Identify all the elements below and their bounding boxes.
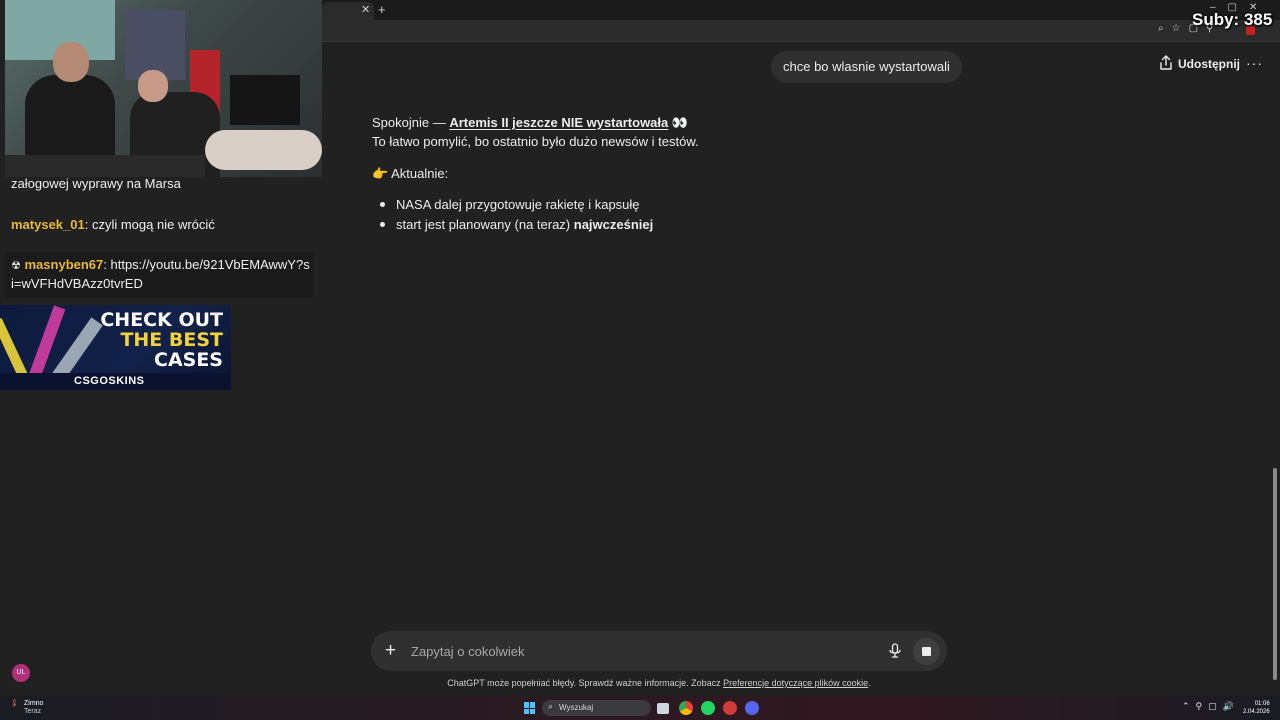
radioactive-icon: ☢ — [11, 260, 21, 272]
chat-username: matysek_01 — [11, 217, 85, 232]
promo-line3: CASES — [154, 349, 223, 371]
avatar[interactable]: UL — [12, 664, 30, 682]
answer-line: To łatwo pomylić, bo ostatnio było dużo … — [372, 134, 699, 149]
taskbar-search[interactable]: Wyszukaj — [542, 700, 651, 716]
face-left — [53, 42, 89, 82]
share-button[interactable]: Udostępnij — [1178, 55, 1240, 73]
pointing-hand-icon: 👉 — [372, 166, 389, 181]
bullet-dot — [380, 222, 385, 227]
answer-section-heading: 👉 Aktualnie: — [372, 166, 449, 181]
speaker-box — [230, 75, 300, 125]
desk — [5, 155, 205, 177]
plus-icon[interactable]: + — [385, 641, 396, 661]
chat-message: ☢ masnyben67: https://youtu.be/921VbEMAw… — [11, 257, 310, 291]
eyes-icon: 👀 — [671, 115, 689, 130]
promo-banner[interactable]: CHECK OUT THE BEST CASES CSGOSKINS — [0, 305, 231, 390]
tab-close-icon[interactable]: ✕ — [361, 3, 370, 16]
new-tab-icon[interactable]: + — [378, 2, 386, 17]
promo-brand: CSGOSKINS — [74, 375, 145, 387]
legs — [205, 130, 322, 170]
answer-intro: Spokojnie — Artemis II jeszcze NIE wysta… — [372, 115, 689, 130]
face-right — [138, 70, 168, 102]
disclaimer: ChatGPT może popełniać błędy. Sprawdź wa… — [447, 678, 871, 688]
thermometer-icon: 🌡 — [10, 700, 19, 707]
search-icon: ⌕ — [548, 701, 554, 711]
promo-line2: THE BEST — [120, 329, 223, 351]
scrollbar-thumb[interactable] — [1273, 468, 1277, 680]
chat-username: masnyben67 — [24, 257, 104, 272]
answer-bold-link[interactable]: Artemis II jeszcze NIE wystartowała — [449, 115, 668, 130]
chrome-icon[interactable] — [679, 701, 693, 715]
webcam-feed — [5, 0, 322, 177]
stop-icon — [922, 647, 931, 656]
subs-counter: Suby: 385 — [1192, 10, 1273, 29]
cookie-preferences-link[interactable]: Preferencje dotyczące plików cookie — [723, 678, 868, 688]
prompt-input[interactable] — [411, 642, 871, 660]
app-icon[interactable] — [723, 701, 737, 715]
chat-message: załogowej wyprawy na Marsa — [11, 175, 311, 192]
discord-icon[interactable] — [745, 701, 759, 715]
list-item: NASA dalej przygotowuje rakietę i kapsuł… — [396, 197, 640, 212]
microphone-icon[interactable] — [888, 643, 902, 659]
chat-text: załogowej wyprawy na Marsa — [11, 176, 181, 191]
chat-text: czyli mogą nie wrócić — [91, 217, 215, 232]
system-tray[interactable]: ⌃⚲▢🔊 — [1182, 701, 1240, 712]
user-message-bubble: chce bo wlasnie wystartowali — [771, 51, 962, 83]
task-view-icon[interactable] — [657, 703, 669, 714]
promo-line1: CHECK OUT — [100, 309, 223, 331]
start-button-icon[interactable] — [524, 702, 536, 714]
spotify-icon[interactable] — [701, 701, 715, 715]
bullet-dot — [380, 202, 385, 207]
more-options-button[interactable]: ··· — [1246, 55, 1263, 71]
chat-message: matysek_01: czyli mogą nie wrócić — [11, 217, 215, 232]
list-item: start jest planowany (na teraz) najwcześ… — [396, 217, 654, 232]
taskbar-clock[interactable]: 01:06 2.04.2026 — [1243, 700, 1270, 716]
upload-share-icon[interactable] — [1159, 55, 1173, 71]
weather-widget[interactable]: 🌡 Zimno Teraz — [10, 700, 43, 715]
